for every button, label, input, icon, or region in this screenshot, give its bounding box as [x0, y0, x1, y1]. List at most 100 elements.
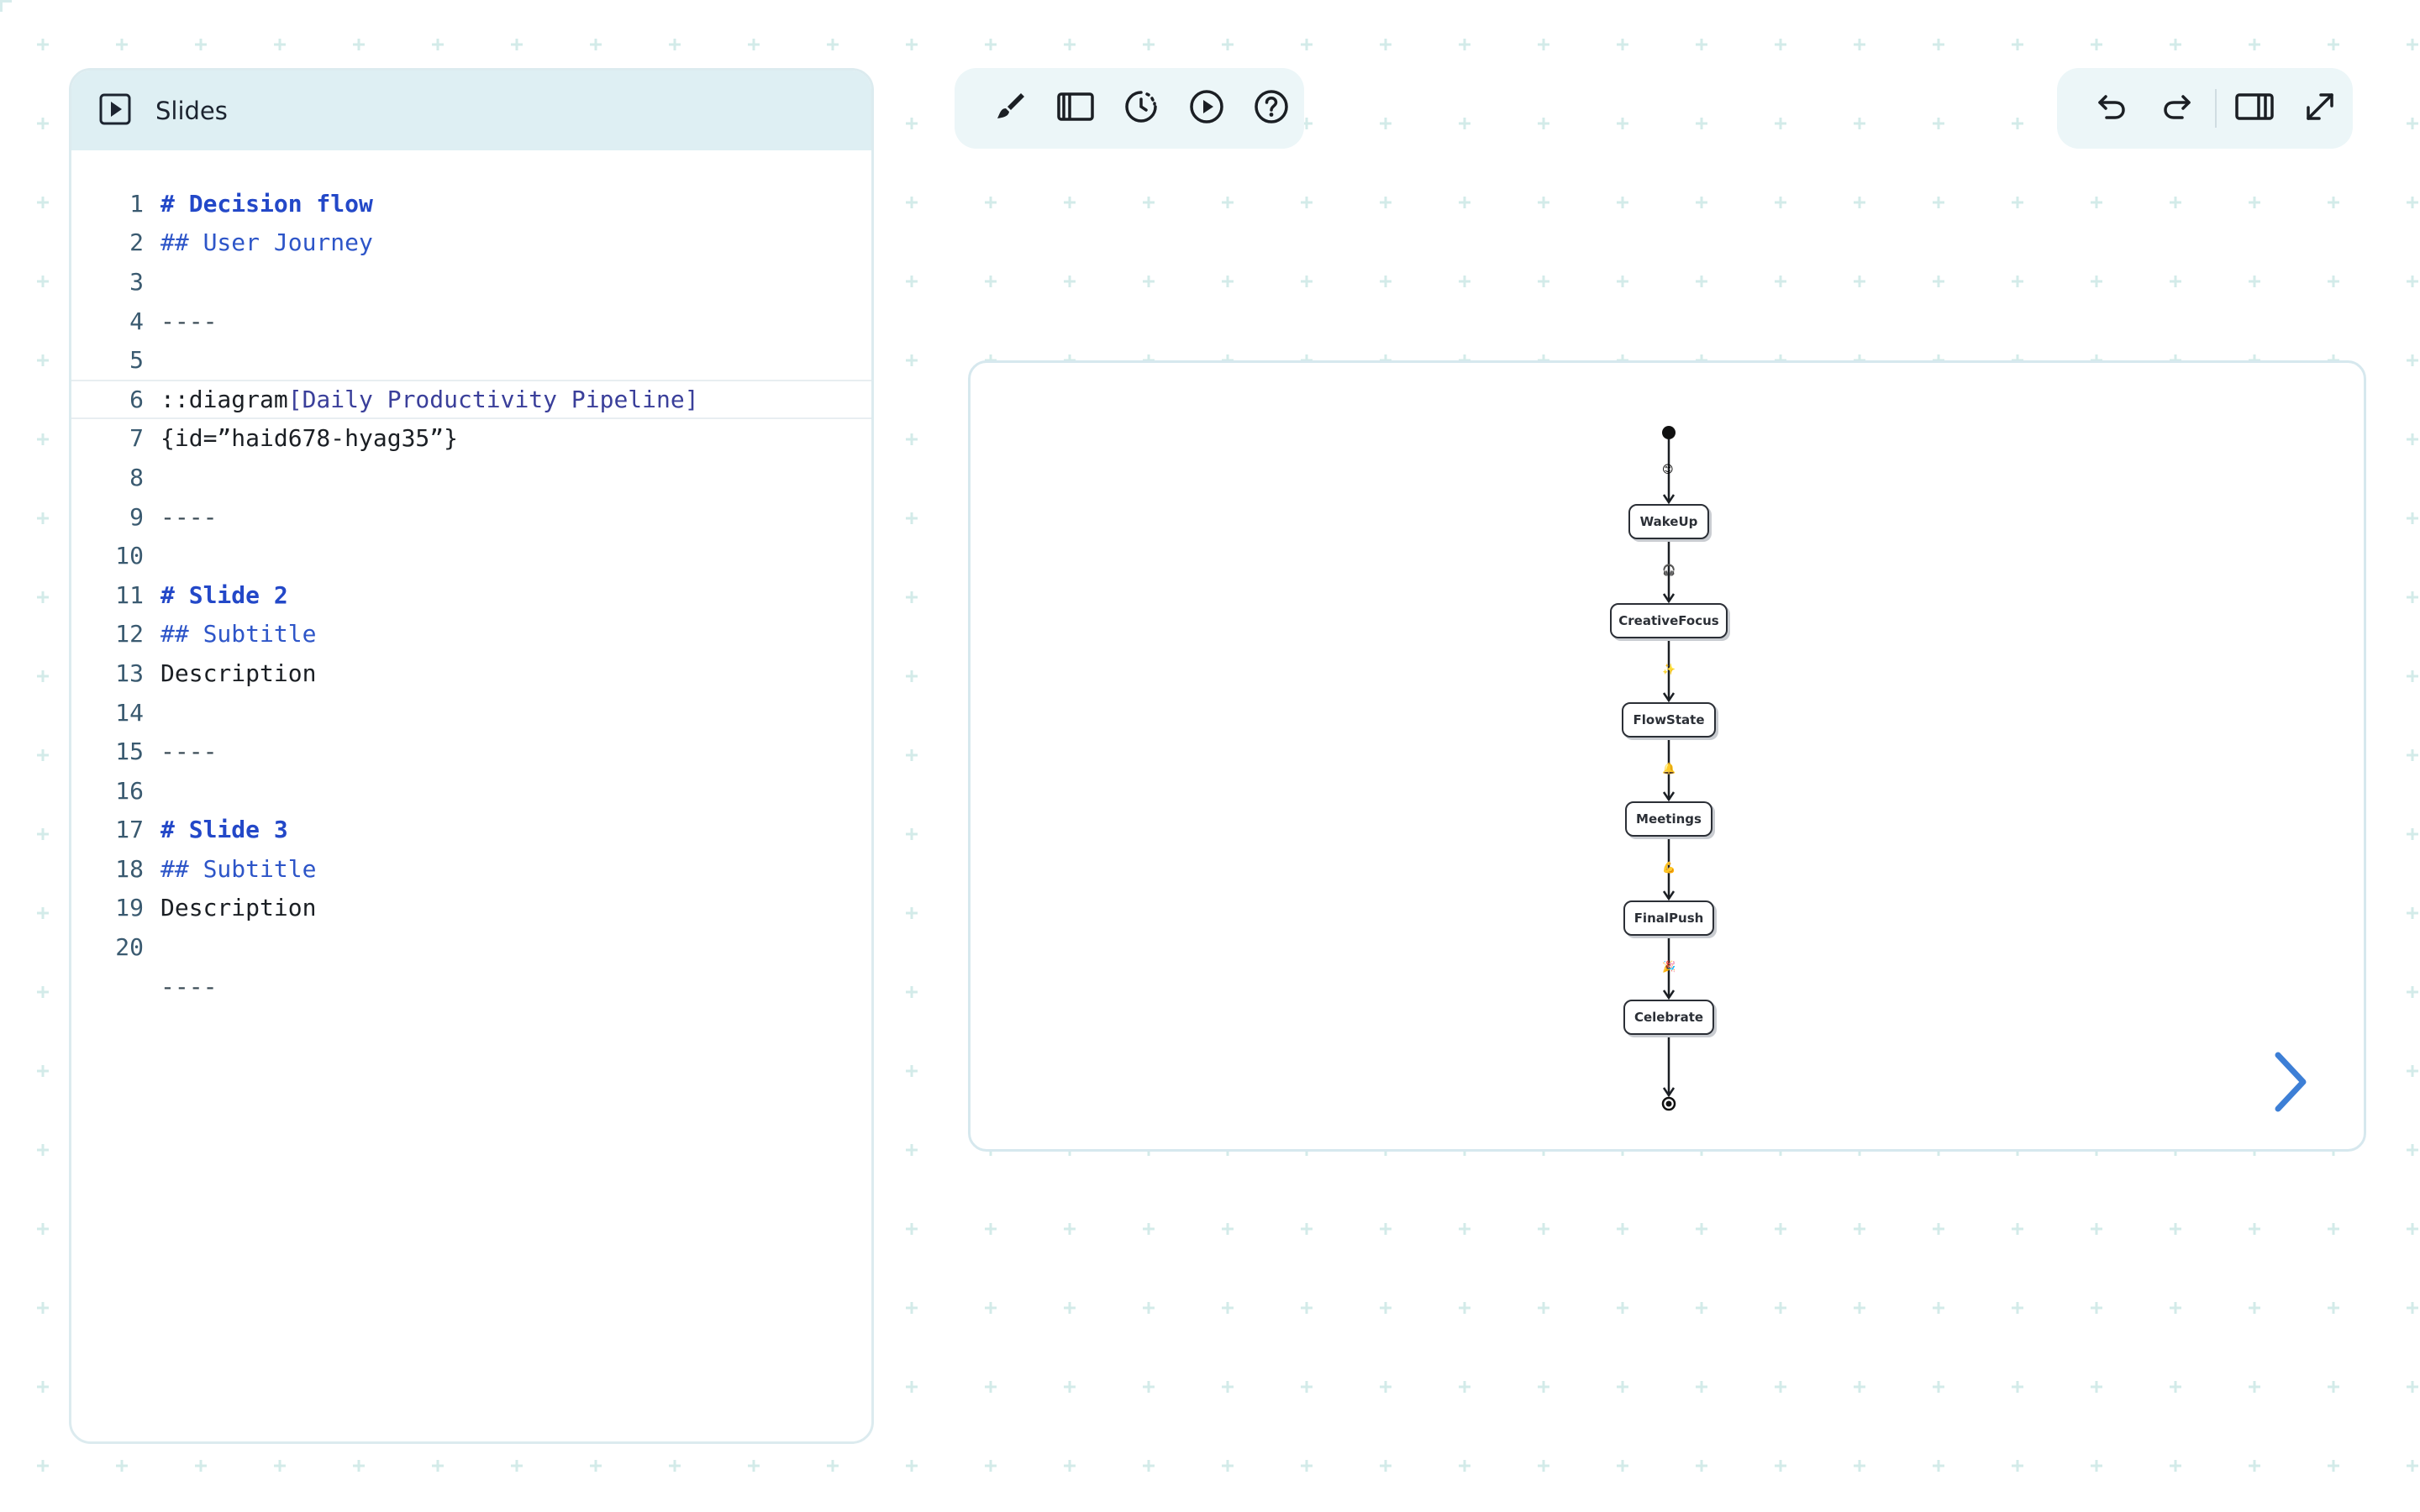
diagram-node-flowstate[interactable]: FlowState: [1622, 702, 1716, 738]
line-number: 20: [115, 933, 144, 962]
line-text: ----: [160, 503, 217, 531]
line-text: # Slide 2: [160, 581, 288, 609]
code-line[interactable]: 10: [71, 536, 871, 575]
code-line[interactable]: 17 # Slide 3: [71, 811, 871, 850]
code-token: ----: [160, 972, 218, 1000]
code-line[interactable]: 9 ----: [71, 497, 871, 537]
undo-button[interactable]: [2079, 75, 2144, 142]
diagram-node-meetings[interactable]: Meetings: [1625, 801, 1712, 837]
line-number: 1: [129, 189, 144, 218]
code-token: {id=”haid678-hyag35”}: [160, 424, 459, 453]
code-line[interactable]: 16: [71, 771, 871, 811]
line-text: ----: [160, 738, 217, 765]
timer-icon: [1123, 88, 1160, 129]
line-text: Description: [160, 659, 316, 687]
brush-icon: [992, 88, 1029, 129]
slide-preview[interactable]: 😊 WakeUp 🎧 CreativeFocus ✨ FlowState 🔔 Meetings…: [968, 360, 2366, 1152]
editor-panel: Slides 1 # Decision flow 2 ## User Journey 3…: [69, 68, 874, 1444]
code-token: ::diagram: [160, 385, 288, 413]
brush-button[interactable]: [978, 75, 1044, 142]
code-line[interactable]: 19 Description: [71, 889, 871, 928]
line-number: 18: [115, 854, 144, 883]
layout-split-icon: [2234, 90, 2275, 127]
code-line[interactable]: ----: [71, 967, 871, 1006]
code-line[interactable]: 12 ## Subtitle: [71, 615, 871, 654]
history-toolbar: [2057, 68, 2353, 149]
redo-button[interactable]: [2144, 75, 2210, 142]
code-line[interactable]: 15 ----: [71, 732, 871, 771]
line-text: ----: [160, 307, 217, 335]
line-number: 6: [129, 385, 144, 413]
help-button[interactable]: [1239, 75, 1304, 142]
code-token: Description: [160, 894, 317, 922]
line-number: 13: [115, 659, 144, 687]
line-text: # Decision flow: [160, 190, 373, 218]
diagram-node-creativefocus[interactable]: CreativeFocus: [1610, 603, 1728, 638]
code-line[interactable]: 8: [71, 458, 871, 497]
edge-emoji: 💪: [1662, 862, 1676, 874]
line-number: 3: [129, 267, 144, 296]
line-text: ## User Journey: [160, 228, 373, 256]
play-square-icon[interactable]: [98, 92, 132, 129]
timer-button[interactable]: [1108, 75, 1174, 142]
line-number: 17: [115, 816, 144, 844]
edge-emoji: 🎉: [1662, 961, 1676, 974]
code-editor[interactable]: 1 # Decision flow 2 ## User Journey 3 4 ---- 5 6…: [71, 150, 871, 1005]
diagram-node-celebrate[interactable]: Celebrate: [1623, 1000, 1714, 1035]
code-token: ## User Journey: [160, 228, 373, 257]
line-text: ::diagram[Daily Productivity Pipeline]: [160, 386, 699, 413]
editor-title: Slides: [155, 96, 228, 125]
edge-emoji: 🔔: [1662, 763, 1676, 775]
line-number: 19: [115, 894, 144, 922]
code-token: ----: [160, 502, 218, 531]
line-number: 4: [129, 307, 144, 335]
code-token: # Slide 3: [160, 816, 288, 844]
code-token: [Daily Productivity Pipeline]: [287, 385, 699, 413]
line-number: 9: [129, 502, 144, 531]
code-line[interactable]: 13 Description: [71, 654, 871, 693]
editor-header: Slides: [71, 71, 871, 150]
line-text: ----: [160, 973, 217, 1000]
code-line[interactable]: 20: [71, 927, 871, 967]
code-line[interactable]: 7 {id=”haid678-hyag35”}: [71, 419, 871, 459]
code-token: ----: [160, 738, 218, 766]
expand-icon: [2302, 89, 2338, 128]
code-line[interactable]: 1 # Decision flow: [71, 184, 871, 223]
line-text: ## Subtitle: [160, 620, 316, 648]
diagram-node-wakeup[interactable]: WakeUp: [1628, 504, 1709, 539]
code-line[interactable]: 3: [71, 262, 871, 302]
code-token: ----: [160, 307, 218, 335]
line-number: 16: [115, 776, 144, 805]
code-line[interactable]: 6::diagram[Daily Productivity Pipeline]: [71, 379, 871, 419]
next-slide-icon[interactable]: [2270, 1050, 2310, 1117]
line-number: 15: [115, 738, 144, 766]
diagram-node-finalpush[interactable]: FinalPush: [1623, 900, 1714, 936]
code-token: ## Subtitle: [160, 854, 317, 883]
code-line[interactable]: 2 ## User Journey: [71, 223, 871, 263]
sidebar-panel-icon: [1056, 90, 1095, 127]
code-line[interactable]: 5: [71, 340, 871, 380]
code-token: # Slide 2: [160, 580, 288, 609]
edge-emoji: 😊: [1662, 464, 1674, 476]
line-number: 2: [129, 228, 144, 257]
code-line[interactable]: 11 # Slide 2: [71, 575, 871, 615]
layout-button[interactable]: [2222, 75, 2287, 142]
start-node: [1662, 426, 1676, 439]
sidebar-toggle-button[interactable]: [1044, 75, 1109, 142]
fullscreen-button[interactable]: [2287, 75, 2353, 142]
code-token: # Decision flow: [160, 189, 373, 218]
code-line[interactable]: 14: [71, 693, 871, 732]
preview-toolbar: [955, 68, 1304, 149]
line-number: 7: [129, 424, 144, 453]
code-line[interactable]: 18 ## Subtitle: [71, 849, 871, 889]
line-text: Description: [160, 894, 316, 921]
edge-emoji: 🎧: [1662, 564, 1676, 577]
line-number: 5: [129, 346, 144, 375]
code-token: ## Subtitle: [160, 620, 317, 648]
line-text: # Slide 3: [160, 816, 288, 843]
line-text: {id=”haid678-hyag35”}: [160, 424, 458, 452]
code-line[interactable]: 4 ----: [71, 302, 871, 341]
present-button[interactable]: [1174, 75, 1239, 142]
line-number: 10: [115, 542, 144, 570]
line-number: 8: [129, 463, 144, 491]
